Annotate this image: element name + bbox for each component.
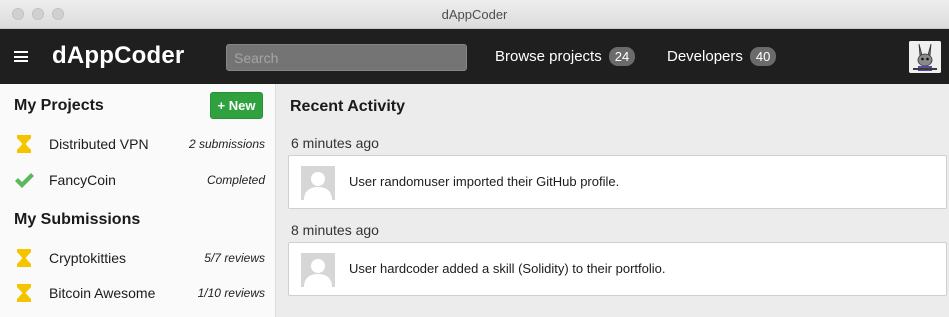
activity-timestamp: 6 minutes ago xyxy=(291,135,379,151)
activity-text: User hardcoder added a skill (Solidity) … xyxy=(349,261,666,276)
user-silhouette-icon xyxy=(301,253,335,287)
user-avatar-placeholder xyxy=(301,166,335,200)
top-navbar: dAppCoder Browse projects 24 Developers … xyxy=(0,29,949,84)
brand-logo-text[interactable]: dAppCoder xyxy=(52,42,184,70)
developers-label: Developers xyxy=(667,48,743,65)
user-silhouette-icon xyxy=(301,166,335,200)
browse-projects-link[interactable]: Browse projects 24 xyxy=(495,47,636,66)
browse-projects-label: Browse projects xyxy=(495,48,602,65)
activity-layer: Recent Activity 6 minutes ago User rando… xyxy=(0,84,949,317)
user-avatar[interactable] xyxy=(909,41,941,73)
menu-icon[interactable] xyxy=(14,51,28,62)
developers-count-badge: 40 xyxy=(749,47,777,66)
activity-text: User randomuser imported their GitHub pr… xyxy=(349,174,620,189)
browse-projects-count-badge: 24 xyxy=(608,47,636,66)
app-window: dAppCoder dAppCoder Browse projects 24 D… xyxy=(0,0,949,317)
window-title: dAppCoder xyxy=(441,7,508,22)
recent-activity-heading: Recent Activity xyxy=(290,98,405,115)
window-titlebar: dAppCoder xyxy=(0,0,949,29)
developers-link[interactable]: Developers 40 xyxy=(667,47,777,66)
search-input[interactable] xyxy=(226,44,467,71)
user-avatar-placeholder xyxy=(301,253,335,287)
activity-card[interactable]: User hardcoder added a skill (Solidity) … xyxy=(288,242,947,296)
rabbit-avatar-icon xyxy=(909,41,941,73)
activity-timestamp: 8 minutes ago xyxy=(291,222,379,238)
activity-card[interactable]: User randomuser imported their GitHub pr… xyxy=(288,155,947,209)
